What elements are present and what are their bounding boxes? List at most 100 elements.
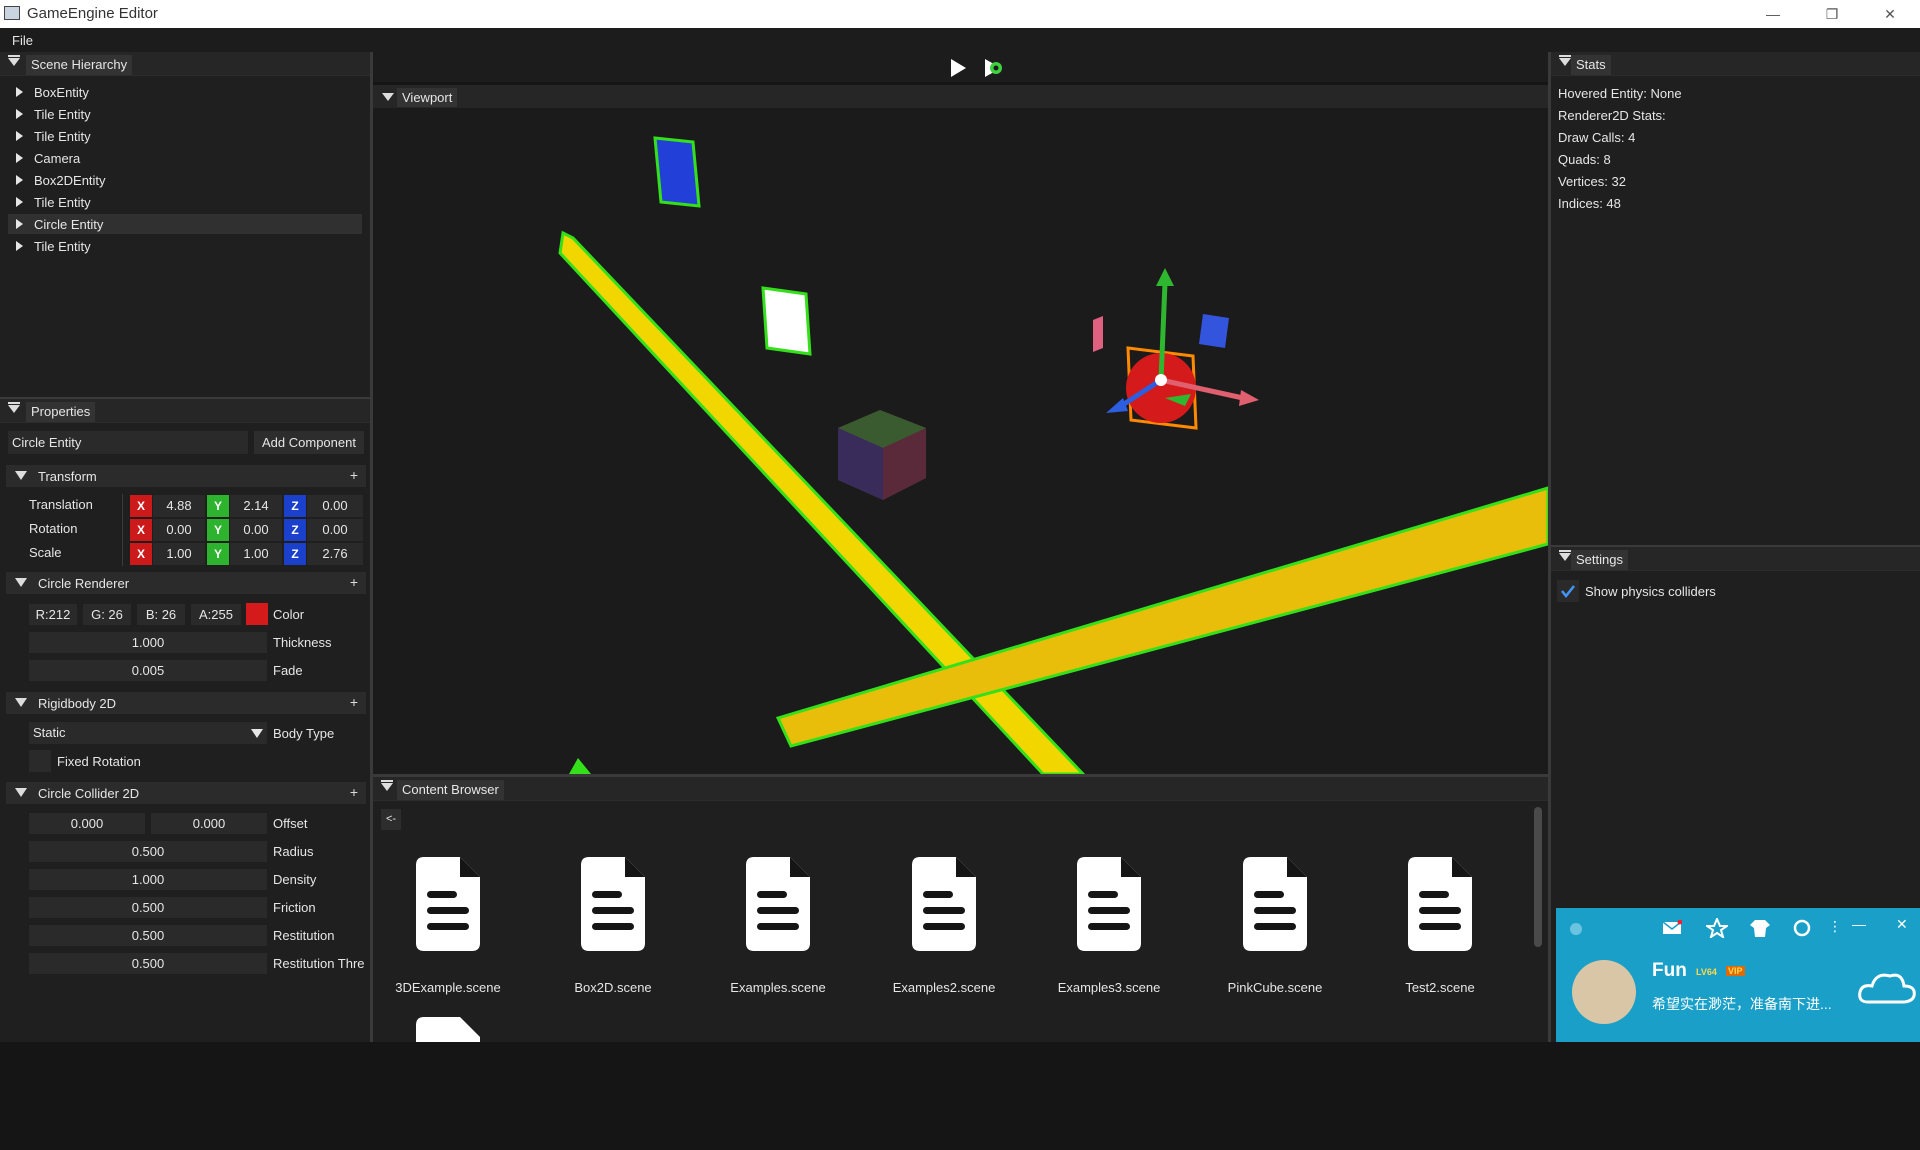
- friction-field[interactable]: 0.500: [29, 897, 267, 918]
- expand-arrow-icon[interactable]: [16, 131, 23, 141]
- rotation-y-value[interactable]: 0.00: [230, 519, 282, 541]
- notification-popup[interactable]: ⋮ — ✕ Fun LV64 VIP 希望实在渺茫，准备南下进...: [1556, 908, 1920, 1042]
- scrollbar[interactable]: [1534, 807, 1542, 947]
- translation-y-value[interactable]: 2.14: [230, 495, 282, 517]
- mail-icon[interactable]: [1662, 920, 1682, 936]
- expand-arrow-icon[interactable]: [16, 197, 23, 207]
- body-type-select[interactable]: Static: [29, 722, 267, 744]
- restore-button[interactable]: ❐: [1822, 4, 1842, 24]
- viewport-canvas[interactable]: [373, 108, 1548, 774]
- viewport-tab[interactable]: Viewport: [397, 88, 458, 107]
- hierarchy-item[interactable]: Tile Entity: [8, 192, 362, 212]
- restitution-field[interactable]: 0.500: [29, 925, 267, 946]
- color-g-field[interactable]: G: 26: [83, 604, 131, 625]
- content-browser-tab[interactable]: Content Browser: [397, 780, 504, 800]
- content-item-partial[interactable]: [373, 1000, 523, 1150]
- scale-z-reset[interactable]: Z: [284, 543, 306, 565]
- scale-z-value[interactable]: 2.76: [307, 543, 363, 565]
- more-icon[interactable]: ⋮: [1828, 918, 1842, 935]
- collapse-icon[interactable]: [1559, 550, 1571, 561]
- fixed-rotation-checkbox[interactable]: [29, 750, 51, 772]
- hierarchy-item-selected[interactable]: Circle Entity: [8, 214, 362, 234]
- transform-header[interactable]: Transform +: [6, 465, 366, 487]
- settings-tab[interactable]: Settings: [1571, 550, 1628, 570]
- fade-field[interactable]: 0.005: [29, 660, 267, 681]
- collapse-icon[interactable]: [15, 698, 27, 707]
- expand-arrow-icon[interactable]: [16, 153, 23, 163]
- scene-hierarchy-tab[interactable]: Scene Hierarchy: [26, 55, 133, 75]
- content-item[interactable]: Examples2.scene: [869, 855, 1019, 1005]
- properties-tab[interactable]: Properties: [26, 402, 96, 422]
- content-item[interactable]: Box2D.scene: [538, 855, 688, 1005]
- collapse-icon[interactable]: [8, 55, 20, 66]
- content-item[interactable]: Test2.scene: [1365, 855, 1515, 1005]
- offset-y-field[interactable]: 0.000: [151, 813, 267, 834]
- refresh-icon[interactable]: [1792, 918, 1812, 938]
- expand-arrow-icon[interactable]: [16, 87, 23, 97]
- play-icon[interactable]: [948, 57, 968, 79]
- hierarchy-item[interactable]: Tile Entity: [8, 126, 362, 146]
- translation-x-reset[interactable]: X: [130, 495, 152, 517]
- restitution-threshold-field[interactable]: 0.500: [29, 953, 267, 974]
- collapse-icon[interactable]: [8, 402, 20, 413]
- component-settings-button[interactable]: +: [350, 467, 358, 483]
- add-component-button[interactable]: Add Component: [254, 431, 364, 454]
- color-r-field[interactable]: R:212: [29, 604, 77, 625]
- content-item[interactable]: Examples3.scene: [1034, 855, 1184, 1005]
- collapse-icon[interactable]: [382, 93, 394, 101]
- close-notification-icon[interactable]: ✕: [1896, 916, 1908, 933]
- hierarchy-item[interactable]: Tile Entity: [8, 104, 362, 124]
- scale-x-reset[interactable]: X: [130, 543, 152, 565]
- entity-name-input[interactable]: Circle Entity: [8, 431, 248, 454]
- content-item[interactable]: 3DExample.scene: [373, 855, 523, 1005]
- translation-z-value[interactable]: 0.00: [307, 495, 363, 517]
- rotation-z-reset[interactable]: Z: [284, 519, 306, 541]
- component-settings-button[interactable]: +: [350, 694, 358, 710]
- scene-render[interactable]: [373, 108, 1548, 774]
- simulate-icon[interactable]: [983, 57, 1005, 79]
- collapse-icon[interactable]: [15, 788, 27, 797]
- rotation-x-reset[interactable]: X: [130, 519, 152, 541]
- component-settings-button[interactable]: +: [350, 574, 358, 590]
- circle-renderer-header[interactable]: Circle Renderer +: [6, 572, 366, 594]
- circle-collider-header[interactable]: Circle Collider 2D +: [6, 782, 366, 804]
- expand-arrow-icon[interactable]: [16, 109, 23, 119]
- density-field[interactable]: 1.000: [29, 869, 267, 890]
- menu-file[interactable]: File: [12, 33, 33, 48]
- show-colliders-checkbox[interactable]: [1557, 580, 1579, 602]
- collapse-icon[interactable]: [1559, 55, 1571, 66]
- hierarchy-item[interactable]: BoxEntity: [8, 82, 362, 102]
- rigidbody-header[interactable]: Rigidbody 2D +: [6, 692, 366, 714]
- back-button[interactable]: <-: [381, 809, 401, 830]
- translation-x-value[interactable]: 4.88: [153, 495, 205, 517]
- dropdown-arrow-icon[interactable]: [251, 729, 263, 738]
- expand-arrow-icon[interactable]: [16, 219, 23, 229]
- rotation-z-value[interactable]: 0.00: [307, 519, 363, 541]
- content-item[interactable]: PinkCube.scene: [1200, 855, 1350, 1005]
- scale-y-reset[interactable]: Y: [207, 543, 229, 565]
- collapse-icon[interactable]: [381, 780, 393, 791]
- color-a-field[interactable]: A:255: [191, 604, 241, 625]
- color-b-field[interactable]: B: 26: [137, 604, 185, 625]
- expand-arrow-icon[interactable]: [16, 175, 23, 185]
- expand-arrow-icon[interactable]: [16, 241, 23, 251]
- minimize-button[interactable]: —: [1763, 4, 1783, 24]
- hierarchy-item[interactable]: Box2DEntity: [8, 170, 362, 190]
- component-settings-button[interactable]: +: [350, 784, 358, 800]
- stats-tab[interactable]: Stats: [1571, 55, 1611, 75]
- content-item[interactable]: Examples.scene: [703, 855, 853, 1005]
- scale-y-value[interactable]: 1.00: [230, 543, 282, 565]
- minimize-notification-icon[interactable]: —: [1852, 916, 1866, 932]
- translation-y-reset[interactable]: Y: [207, 495, 229, 517]
- avatar[interactable]: [1572, 960, 1636, 1024]
- thickness-field[interactable]: 1.000: [29, 632, 267, 653]
- hierarchy-item[interactable]: Camera: [8, 148, 362, 168]
- close-button[interactable]: ✕: [1880, 4, 1900, 24]
- shirt-icon[interactable]: [1749, 918, 1771, 938]
- scale-x-value[interactable]: 1.00: [153, 543, 205, 565]
- translation-z-reset[interactable]: Z: [284, 495, 306, 517]
- star-icon[interactable]: [1706, 918, 1728, 938]
- collapse-icon[interactable]: [15, 471, 27, 480]
- hierarchy-item[interactable]: Tile Entity: [8, 236, 362, 256]
- offset-x-field[interactable]: 0.000: [29, 813, 145, 834]
